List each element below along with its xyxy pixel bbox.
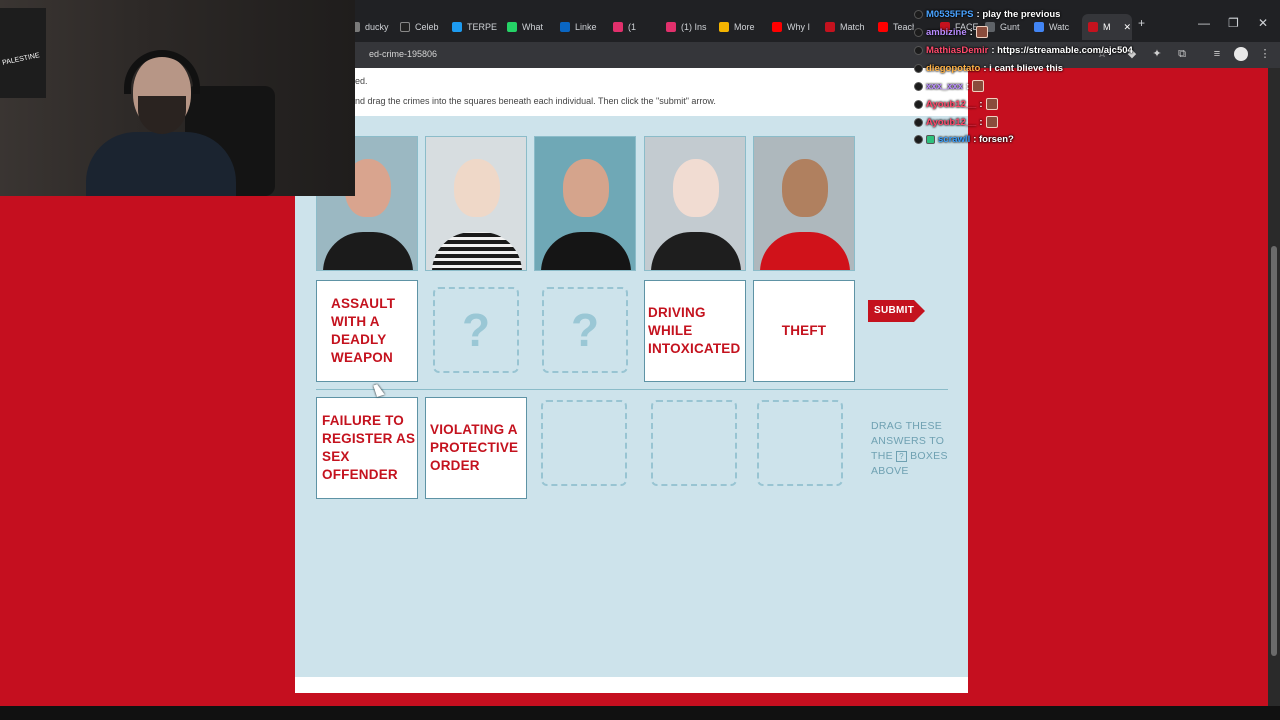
divider — [316, 389, 948, 390]
close-tab-icon[interactable]: ✕ — [1124, 22, 1132, 33]
mugshot-4 — [644, 136, 746, 271]
chat-message: ambizine: — [914, 24, 988, 40]
instruction-text-top: ed. — [355, 76, 368, 86]
profile-avatar-icon[interactable] — [1234, 47, 1248, 61]
answer-card-dwi[interactable]: DRIVING WHILE INTOXICATED — [644, 280, 746, 382]
page-footer-strip — [295, 677, 968, 693]
instruction-text: nd drag the crimes into the squares bene… — [355, 96, 716, 106]
tab-favicon — [613, 22, 623, 32]
badge-icon — [914, 63, 923, 73]
webcam-overlay: PALESTINE — [0, 0, 355, 196]
badge-icon — [914, 134, 923, 144]
chat-message: scrawll: forsen? — [914, 131, 1014, 147]
answer-pool-empty-slot — [541, 400, 627, 486]
browser-tab[interactable]: What — [507, 16, 551, 38]
tab-favicon — [1034, 22, 1044, 32]
answer-drop-slot-2[interactable]: ? — [433, 287, 519, 373]
browser-tab[interactable]: (1 — [613, 16, 657, 38]
mugshot-3 — [534, 136, 636, 271]
face-shape — [563, 159, 609, 217]
browser-tab[interactable]: More — [719, 16, 763, 38]
new-tab-button[interactable]: + — [1138, 16, 1145, 30]
instructions-panel: ed. nd drag the crimes into the squares … — [355, 68, 968, 116]
scrollbar[interactable] — [1268, 68, 1280, 706]
badge-icon — [914, 9, 923, 19]
browser-tab[interactable]: Match — [825, 16, 869, 38]
face-shape — [454, 159, 500, 217]
scrollbar-thumb[interactable] — [1271, 246, 1277, 656]
minimize-button[interactable]: — — [1198, 16, 1210, 30]
poster-text: PALESTINE — [1, 52, 41, 67]
browser-tab[interactable]: ducky — [350, 16, 392, 38]
tab-favicon — [400, 22, 410, 32]
tab-favicon — [825, 22, 835, 32]
browser-tab[interactable]: Teach — [878, 16, 914, 38]
answer-card-assault[interactable]: ASSAULT WITH A DEADLY WEAPON — [316, 280, 418, 382]
answer-pool-empty-slot — [757, 400, 843, 486]
badge-icon — [914, 99, 923, 109]
maximize-button[interactable]: ❐ — [1228, 16, 1239, 30]
streamer-body — [86, 132, 236, 196]
mugshot-2 — [425, 136, 527, 271]
tab-favicon — [772, 22, 782, 32]
question-mark-icon: ? — [461, 304, 491, 356]
question-box-icon: ? — [896, 451, 907, 462]
chat-message: Ayoub12__: — [914, 96, 998, 112]
chat-message: diegopotato: i cant blieve this — [914, 60, 1063, 76]
more-menu-icon[interactable]: ⋮ — [1258, 47, 1272, 61]
browser-tab-active[interactable]: M ✕ — [1082, 14, 1132, 40]
badge-icon — [914, 27, 923, 37]
media-icon[interactable]: ≡ — [1210, 47, 1224, 61]
url-text[interactable]: ed-crime-195806 — [369, 49, 437, 59]
answer-pool-empty-slot — [651, 400, 737, 486]
tab-favicon — [666, 22, 676, 32]
browser-tab[interactable]: Linke — [560, 16, 604, 38]
puzzle-icon[interactable]: ⧉ — [1175, 47, 1189, 61]
chat-message: M0535FPS: play the previous — [914, 6, 1060, 22]
face-shape — [782, 159, 828, 217]
emote-icon — [985, 116, 998, 128]
chat-message: xxx_xxx: — [914, 78, 985, 94]
drag-hint-text: DRAG THESE ANSWERS TO THE ? BOXES ABOVE — [871, 420, 948, 477]
poster: PALESTINE — [0, 8, 46, 98]
tab-favicon — [507, 22, 517, 32]
badge-icon — [914, 45, 923, 55]
arrow-right-icon — [914, 300, 925, 322]
taskbar-strip — [0, 706, 1280, 720]
face-shape — [673, 159, 719, 217]
emote-icon — [975, 26, 988, 38]
chat-message: Ayoub12__: — [914, 114, 998, 130]
browser-tab[interactable]: Why I — [772, 16, 816, 38]
badge-icon — [926, 134, 935, 144]
browser-tab[interactable]: (1) Ins — [666, 16, 710, 38]
answer-card-theft[interactable]: THEFT — [753, 280, 855, 382]
emote-icon — [972, 80, 985, 92]
extension-icon[interactable]: ✦ — [1150, 47, 1164, 61]
badge-icon — [914, 117, 923, 127]
browser-tab[interactable]: TERPE — [452, 16, 497, 38]
address-bar[interactable]: ed-crime-195806 ☆ ◆ ✦ ⧉ ≡ ⋮ — [355, 42, 1280, 68]
tab-favicon — [452, 22, 462, 32]
submit-button[interactable]: SUBMIT — [868, 300, 926, 322]
browser-tab[interactable]: Celeb — [400, 16, 442, 38]
answer-drop-slot-3[interactable]: ? — [542, 287, 628, 373]
close-window-button[interactable]: ✕ — [1258, 16, 1268, 30]
mugshot-5 — [753, 136, 855, 271]
tab-favicon — [1088, 22, 1098, 32]
answer-card-protective-order[interactable]: VIOLATING A PROTECTIVE ORDER — [425, 397, 527, 499]
submit-label: SUBMIT — [874, 305, 915, 316]
tab-favicon — [878, 22, 888, 32]
chat-message: MathiasDemir: https://streamable.com/ajc… — [914, 42, 1133, 58]
badge-icon — [914, 81, 923, 91]
answer-card-sex-offender[interactable]: FAILURE TO REGISTER AS SEX OFFENDER — [316, 397, 418, 499]
tab-favicon — [719, 22, 729, 32]
question-mark-icon: ? — [570, 304, 600, 356]
emote-icon — [985, 98, 998, 110]
tab-favicon — [560, 22, 570, 32]
